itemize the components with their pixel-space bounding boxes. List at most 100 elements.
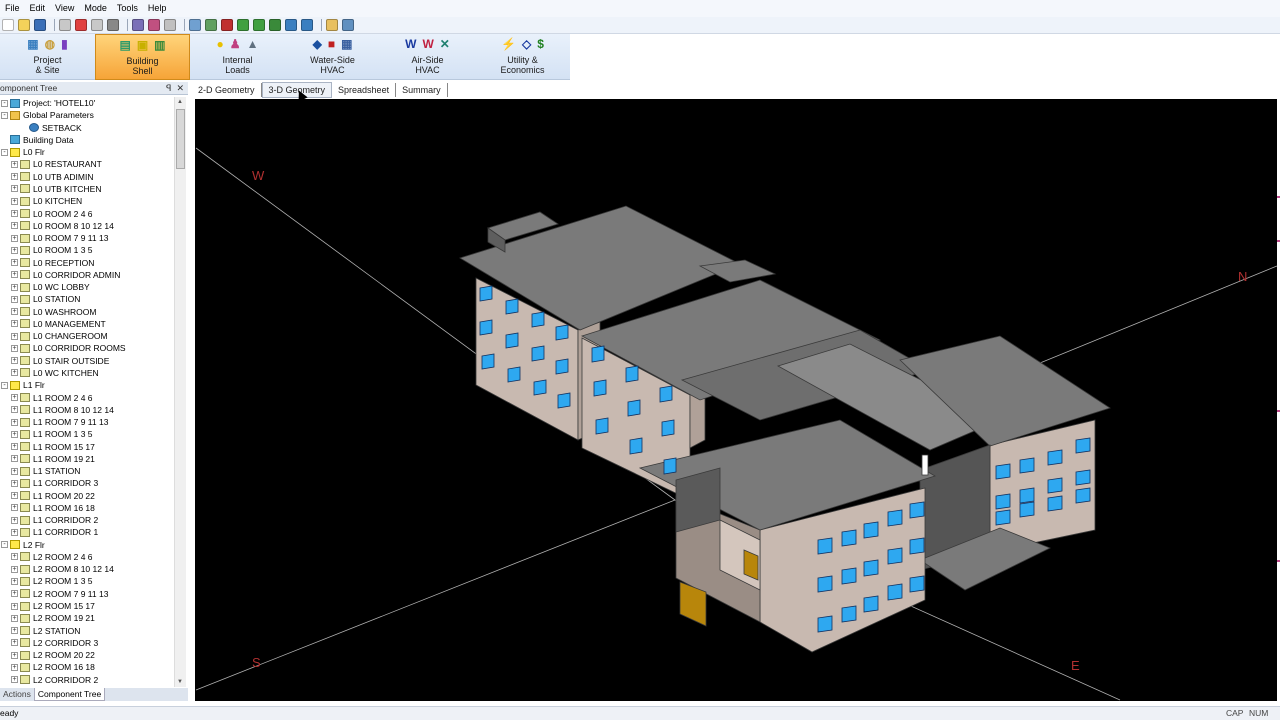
collapse-icon[interactable]: - [1,381,8,389]
menu-view[interactable]: View [50,0,79,17]
tree-node[interactable]: - L1 Flr [0,379,174,391]
tree-node[interactable]: + L0 WASHROOM [0,306,174,318]
tab-spreadsheet[interactable]: Spreadsheet [332,83,397,97]
tree-node[interactable]: + L2 ROOM 15 17 [0,600,174,612]
tree-node[interactable]: + L0 ROOM 2 4 6 [0,207,174,219]
ribbon-tool-icon[interactable]: ⚡ [501,37,516,51]
expand-icon[interactable]: + [11,185,18,193]
ribbon-tool-icon[interactable]: W [405,37,416,51]
expand-icon[interactable]: + [11,160,18,168]
expand-icon[interactable]: + [11,259,18,267]
expand-icon[interactable]: + [11,663,18,671]
expand-icon[interactable]: + [11,222,18,230]
collapse-icon[interactable]: - [1,541,8,549]
tree-node[interactable]: + L0 KITCHEN [0,195,174,207]
tree-node[interactable]: + L2 ROOM 8 10 12 14 [0,563,174,575]
collapse-icon[interactable]: - [1,148,8,156]
tree-node[interactable]: + L2 ROOM 16 18 [0,661,174,673]
tree-node[interactable]: + L0 CORRIDOR ROOMS [0,342,174,354]
expand-icon[interactable]: + [11,565,18,573]
tree-node[interactable]: + L0 WC KITCHEN [0,367,174,379]
ribbon-building[interactable]: ▤ ▣ ▥ Building Shell [95,34,190,80]
expand-icon[interactable]: + [11,443,18,451]
ribbon-airside[interactable]: W W ✕ Air-Side HVAC [380,34,475,80]
expand-icon[interactable]: + [11,455,18,463]
tree-node[interactable]: + L1 CORRIDOR 2 [0,514,174,526]
expand-icon[interactable]: + [11,406,18,414]
tree-node[interactable]: + L1 CORRIDOR 3 [0,477,174,489]
book-icon[interactable] [132,19,144,31]
ribbon-tool-icon[interactable]: W [422,37,433,51]
ribbon-internal[interactable]: ● ♟ ▲ Internal Loads [190,34,285,80]
tree-node[interactable]: + L1 ROOM 19 21 [0,453,174,465]
ribbon-tool-icon[interactable]: ● [217,37,224,51]
expand-icon[interactable]: + [11,504,18,512]
ribbon-tool-icon[interactable]: $ [537,37,544,51]
menu-mode[interactable]: Mode [79,0,112,17]
expand-icon[interactable]: + [11,590,18,598]
refresh-icon[interactable] [285,19,297,31]
check-icon[interactable] [237,19,249,31]
ribbon-project[interactable]: ▦ ◍ ▮ Project & Site [0,34,95,80]
tree-node[interactable]: - L0 Flr [0,146,174,158]
tree-node[interactable]: - L2 Flr [0,539,174,551]
cut-icon[interactable] [59,19,71,31]
tree-icon[interactable] [205,19,217,31]
tree-node[interactable]: + L0 RECEPTION [0,256,174,268]
tree2-icon[interactable] [221,19,233,31]
ribbon-tool-icon[interactable]: ▤ [119,38,130,52]
ribbon-tool-icon[interactable]: ▮ [61,37,68,51]
tree-node[interactable]: + L0 CHANGEROOM [0,330,174,342]
open-icon[interactable] [18,19,30,31]
tree-node[interactable]: + L2 STATION [0,624,174,636]
expand-icon[interactable]: + [11,283,18,291]
collapse-icon[interactable]: - [1,111,8,119]
ribbon-tool-icon[interactable]: ■ [328,37,335,51]
scroll-up-icon[interactable]: ▲ [177,99,183,105]
tree-node[interactable]: - Project: 'HOTEL10' [0,97,174,109]
tree-node[interactable]: + L0 UTB KITCHEN [0,183,174,195]
expand-icon[interactable]: + [11,369,18,377]
arrow-icon[interactable] [189,19,201,31]
menu-tools[interactable]: Tools [112,0,143,17]
tab-2-d-geometry[interactable]: 2-D Geometry [192,83,262,97]
tree-node[interactable]: + L0 STATION [0,293,174,305]
tree-node[interactable]: SETBACK [0,122,174,134]
ribbon-tool-icon[interactable]: ♟ [230,37,241,51]
new-icon[interactable] [2,19,14,31]
expand-icon[interactable]: + [11,492,18,500]
tree-node[interactable]: + L0 MANAGEMENT [0,318,174,330]
expand-icon[interactable]: + [11,553,18,561]
expand-icon[interactable]: + [11,210,18,218]
expand-icon[interactable]: + [11,357,18,365]
tree-node[interactable]: + L0 ROOM 8 10 12 14 [0,220,174,232]
gear-icon[interactable] [269,19,281,31]
expand-icon[interactable]: + [11,651,18,659]
tree-node[interactable]: + L1 ROOM 8 10 12 14 [0,404,174,416]
building-3d-model[interactable]: W N S E [195,99,1278,701]
pen-icon[interactable] [148,19,160,31]
menu-file[interactable]: File [0,0,25,17]
menu-edit[interactable]: Edit [25,0,51,17]
expand-icon[interactable]: + [11,344,18,352]
ribbon-tool-icon[interactable]: ◆ [313,37,322,51]
tree-node[interactable]: + L0 CORRIDOR ADMIN [0,269,174,281]
ribbon-tool-icon[interactable]: ▦ [341,37,352,51]
tree-node[interactable]: + L1 ROOM 20 22 [0,490,174,502]
export-icon[interactable] [301,19,313,31]
menu-help[interactable]: Help [143,0,172,17]
ribbon-tool-icon[interactable]: ▦ [27,37,38,51]
ribbon-tool-icon[interactable]: ▲ [247,37,259,51]
tree-node[interactable]: + L1 ROOM 15 17 [0,440,174,452]
tree-node[interactable]: + L1 ROOM 2 4 6 [0,391,174,403]
tree-node[interactable]: Building Data [0,134,174,146]
expand-icon[interactable]: + [11,528,18,536]
collapse-icon[interactable]: - [1,99,8,107]
expand-icon[interactable]: + [11,197,18,205]
tree-node[interactable]: + L0 UTB ADIMIN [0,171,174,183]
expand-icon[interactable]: + [11,332,18,340]
scroll-down-icon[interactable]: ▼ [177,679,183,685]
tree-node[interactable]: + L2 ROOM 2 4 6 [0,551,174,563]
tree-node[interactable]: + L2 ROOM 20 22 [0,649,174,661]
expand-icon[interactable]: + [11,602,18,610]
